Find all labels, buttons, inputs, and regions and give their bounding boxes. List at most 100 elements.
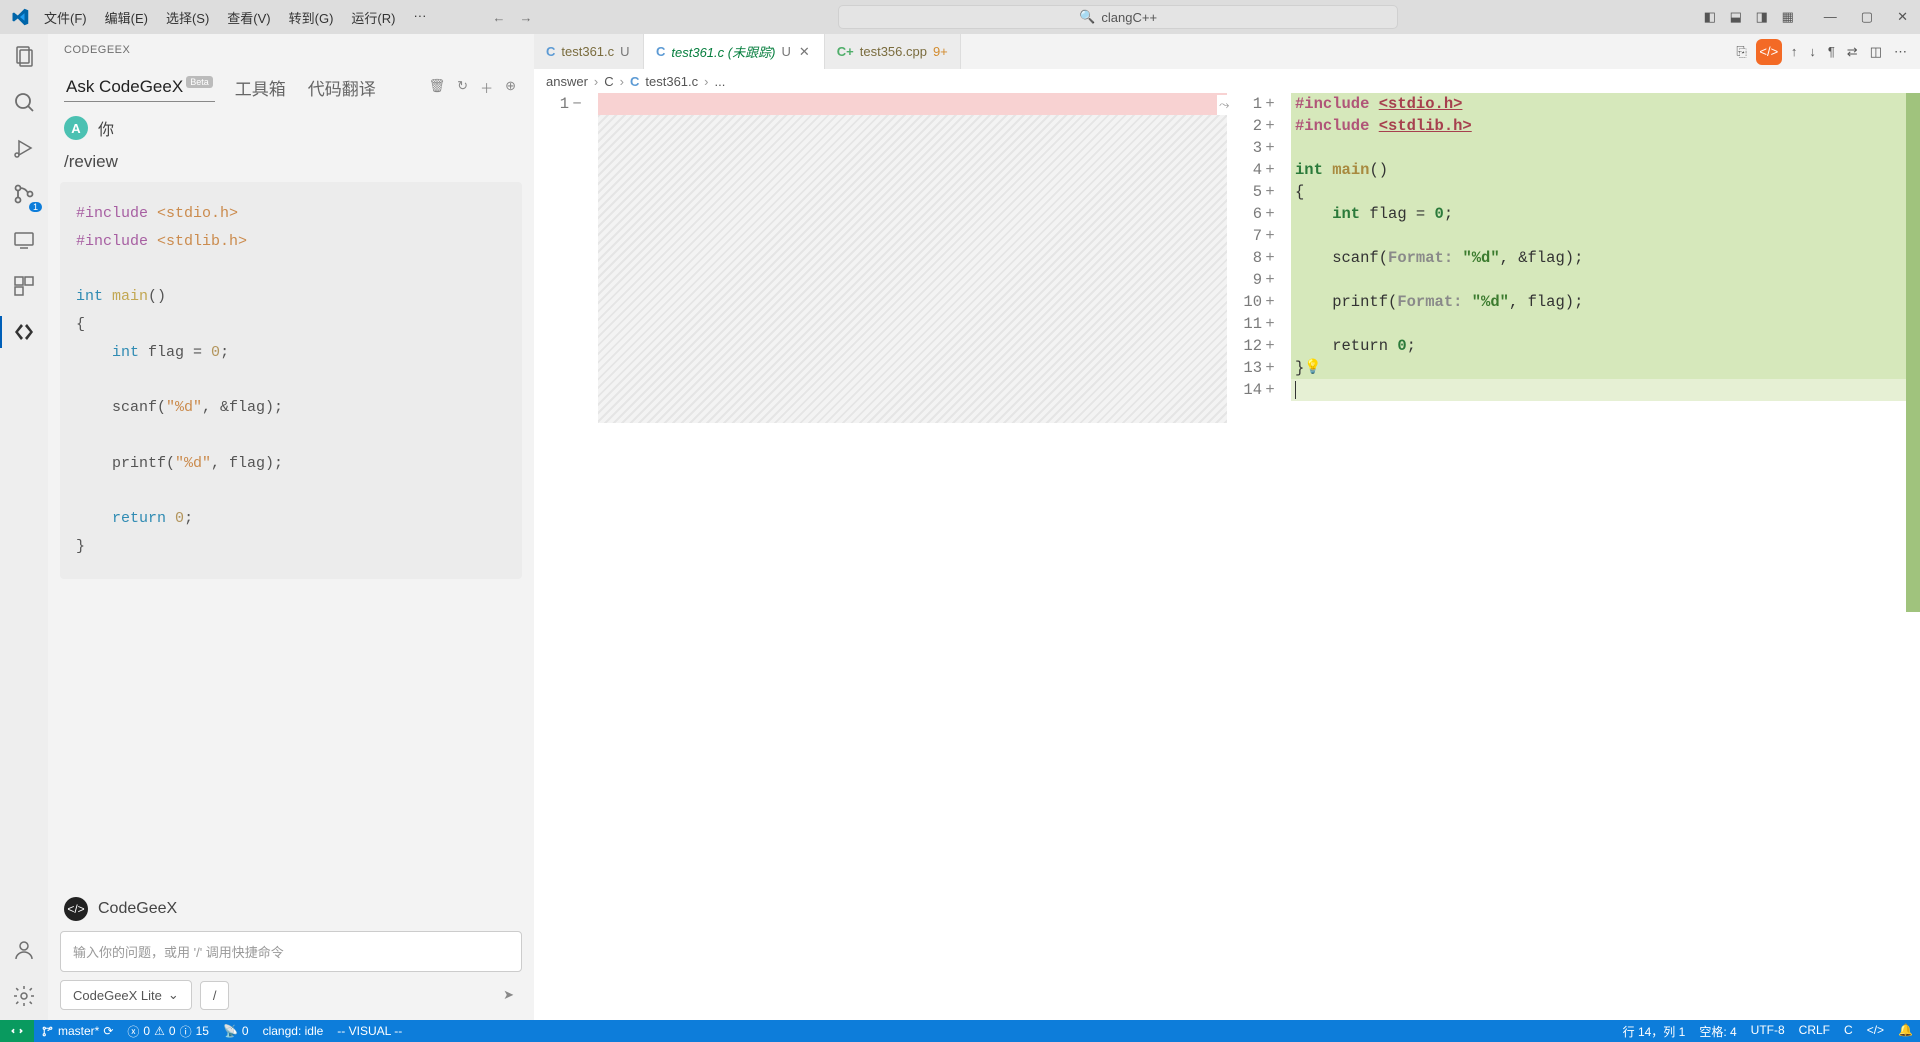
status-notifications-icon[interactable]: 🔔: [1891, 1023, 1920, 1037]
activity-explorer-icon[interactable]: [8, 40, 40, 72]
status-right: 行 14，列 1 空格: 4 UTF-8 CRLF C </> 🔔: [1616, 1023, 1920, 1040]
arrow-up-icon[interactable]: ↑: [1788, 41, 1801, 62]
modified-indicator: U: [781, 44, 790, 59]
search-icon: 🔍: [1079, 9, 1095, 25]
send-icon[interactable]: ➤: [495, 983, 522, 1007]
sidebar: CODEGEEX Ask CodeGeeXBeta 工具箱 代码翻译 🗑 ↻ ＋…: [48, 34, 534, 1020]
sidebar-tab-ask[interactable]: Ask CodeGeeXBeta: [64, 73, 215, 102]
remote-indicator-icon[interactable]: [0, 1020, 34, 1042]
status-encoding[interactable]: UTF-8: [1744, 1023, 1792, 1037]
pilcrow-icon[interactable]: ¶: [1825, 41, 1838, 62]
overview-ruler[interactable]: [1906, 93, 1920, 1020]
code-area-right: #include <stdio.h> #include <stdlib.h> i…: [1291, 93, 1920, 401]
activity-scm-icon[interactable]: 1: [8, 178, 40, 210]
activity-codegeex-icon[interactable]: [8, 316, 40, 348]
codegeex-action-icon[interactable]: </>: [1756, 39, 1782, 65]
close-icon[interactable]: ✕: [1893, 7, 1912, 27]
text-cursor: [1295, 381, 1296, 399]
menu-view[interactable]: 查看(V): [219, 4, 278, 31]
sidebar-tab-toolbox[interactable]: 工具箱: [233, 71, 288, 104]
scm-badge: 1: [29, 202, 42, 212]
layout-panel-left-icon[interactable]: ◧: [1700, 7, 1720, 27]
menu-select[interactable]: 选择(S): [158, 4, 217, 31]
modified-indicator: U: [620, 44, 629, 59]
c-file-icon: C: [546, 44, 555, 59]
sidebar-tab-translate[interactable]: 代码翻译: [306, 71, 378, 104]
menu-file[interactable]: 文件(F): [36, 4, 95, 31]
menu-goto[interactable]: 转到(G): [281, 4, 342, 31]
layout-panel-bottom-icon[interactable]: ⬓: [1726, 7, 1746, 27]
history-icon[interactable]: ↻: [455, 76, 470, 99]
model-selector[interactable]: CodeGeeX Lite⌄: [60, 980, 192, 1010]
chat-footer: </> CodeGeeX 输入你的问题，或用 '/' 调用快捷命令 CodeGe…: [48, 885, 534, 1020]
main: 1 CODEGEEX Ask CodeGeeXBeta 工具箱 代码翻译 🗑 ↻…: [0, 34, 1920, 1020]
chat-code-block: #include <stdio.h> #include <stdlib.h> i…: [60, 182, 522, 579]
command-center-text: clangC++: [1101, 10, 1157, 25]
maximize-icon[interactable]: ▢: [1857, 7, 1877, 27]
nav-back-icon[interactable]: ←: [488, 6, 509, 29]
chat-input[interactable]: 输入你的问题，或用 '/' 调用快捷命令: [60, 931, 522, 972]
tab-close-icon[interactable]: ✕: [797, 44, 812, 60]
sidebar-actions: 🗑 ↻ ＋ ⊕: [427, 76, 518, 99]
activity-remote-icon[interactable]: [8, 224, 40, 256]
crumb-more[interactable]: ...: [715, 74, 726, 89]
nav-forward-icon[interactable]: →: [515, 6, 536, 29]
tab-test361-original[interactable]: C test361.c U: [534, 34, 644, 69]
status-codegeex-icon[interactable]: </>: [1860, 1023, 1891, 1037]
menu-run[interactable]: 运行(R): [343, 4, 403, 31]
activity-run-icon[interactable]: [8, 132, 40, 164]
chevron-down-icon: ⌄: [168, 987, 179, 1003]
open-file-icon[interactable]: ⎘: [1733, 41, 1749, 63]
menu-edit[interactable]: 编辑(E): [97, 4, 156, 31]
lightbulb-icon[interactable]: 💡: [1304, 357, 1321, 379]
status-language[interactable]: C: [1837, 1023, 1860, 1037]
status-ports[interactable]: 📡0: [216, 1020, 256, 1042]
chat-body: A 你 /review #include <stdio.h> #include …: [48, 108, 534, 885]
chevron-right-icon: ›: [704, 74, 708, 89]
activity-search-icon[interactable]: [8, 86, 40, 118]
status-spaces[interactable]: 空格: 4: [1692, 1023, 1743, 1040]
activity-extensions-icon[interactable]: [8, 270, 40, 302]
status-problems[interactable]: ⓧ0 ⚠0 ⓘ15: [120, 1020, 216, 1042]
plus-icon[interactable]: ＋: [478, 76, 495, 99]
breadcrumbs[interactable]: answer › C › C test361.c › ...: [534, 69, 1920, 93]
crumb-answer[interactable]: answer: [546, 74, 588, 89]
layout-customize-icon[interactable]: ▦: [1778, 7, 1798, 27]
crumb-c[interactable]: C: [604, 74, 613, 89]
activity-account-icon[interactable]: [8, 934, 40, 966]
nav-arrows: ← →: [488, 6, 536, 29]
more-icon[interactable]: ⋯: [1891, 41, 1910, 63]
diff-pane-original[interactable]: 1−: [534, 93, 1227, 1020]
chat-command: /review: [60, 148, 522, 182]
status-clangd[interactable]: clangd: idle: [256, 1020, 331, 1042]
sync-icon[interactable]: ⟳: [103, 1024, 113, 1038]
chat-ai-header: </> CodeGeeX: [60, 893, 522, 931]
command-center-wrap: 🔍 clangC++: [540, 5, 1695, 29]
c-file-icon: C: [630, 74, 639, 89]
split-icon[interactable]: ◫: [1867, 41, 1885, 63]
tab-test361-untracked[interactable]: C test361.c (未跟踪) U ✕: [644, 34, 825, 69]
titlebar: 文件(F) 编辑(E) 选择(S) 查看(V) 转到(G) 运行(R) ··· …: [0, 0, 1920, 34]
diff-pane-modified[interactable]: 1+ 2+ 3+ 4+ 5+ 6+ 7+ 8+ 9+ 10+ 11+ 12+ 1…: [1227, 93, 1920, 1020]
tab-test356[interactable]: C+ test356.cpp 9+: [825, 34, 961, 69]
more-icon[interactable]: ⊕: [503, 76, 518, 99]
crumb-file[interactable]: test361.c: [645, 74, 698, 89]
swap-icon[interactable]: ⇄: [1844, 41, 1861, 63]
command-center[interactable]: 🔍 clangC++: [838, 5, 1398, 29]
activity-settings-icon[interactable]: [8, 980, 40, 1012]
trash-icon[interactable]: 🗑: [427, 76, 448, 99]
activity-bar: 1: [0, 34, 48, 1020]
sidebar-tabs: Ask CodeGeeXBeta 工具箱 代码翻译 🗑 ↻ ＋ ⊕: [48, 66, 534, 108]
diff-view[interactable]: 1− ⤳ 1+ 2+ 3+ 4+ 5+ 6+ 7+ 8+: [534, 93, 1920, 1020]
status-vim-mode: -- VISUAL --: [330, 1020, 409, 1042]
cpp-file-icon: C+: [837, 44, 854, 59]
status-branch[interactable]: master* ⟳: [34, 1020, 120, 1042]
status-position[interactable]: 行 14，列 1: [1616, 1023, 1693, 1040]
status-eol[interactable]: CRLF: [1792, 1023, 1837, 1037]
arrow-down-icon[interactable]: ↓: [1806, 41, 1819, 62]
menu-more[interactable]: ···: [405, 4, 434, 31]
minimize-icon[interactable]: —: [1820, 7, 1841, 27]
slash-button[interactable]: /: [200, 981, 230, 1010]
layout-panel-right-icon[interactable]: ◨: [1752, 7, 1772, 27]
c-file-icon: C: [656, 44, 665, 59]
